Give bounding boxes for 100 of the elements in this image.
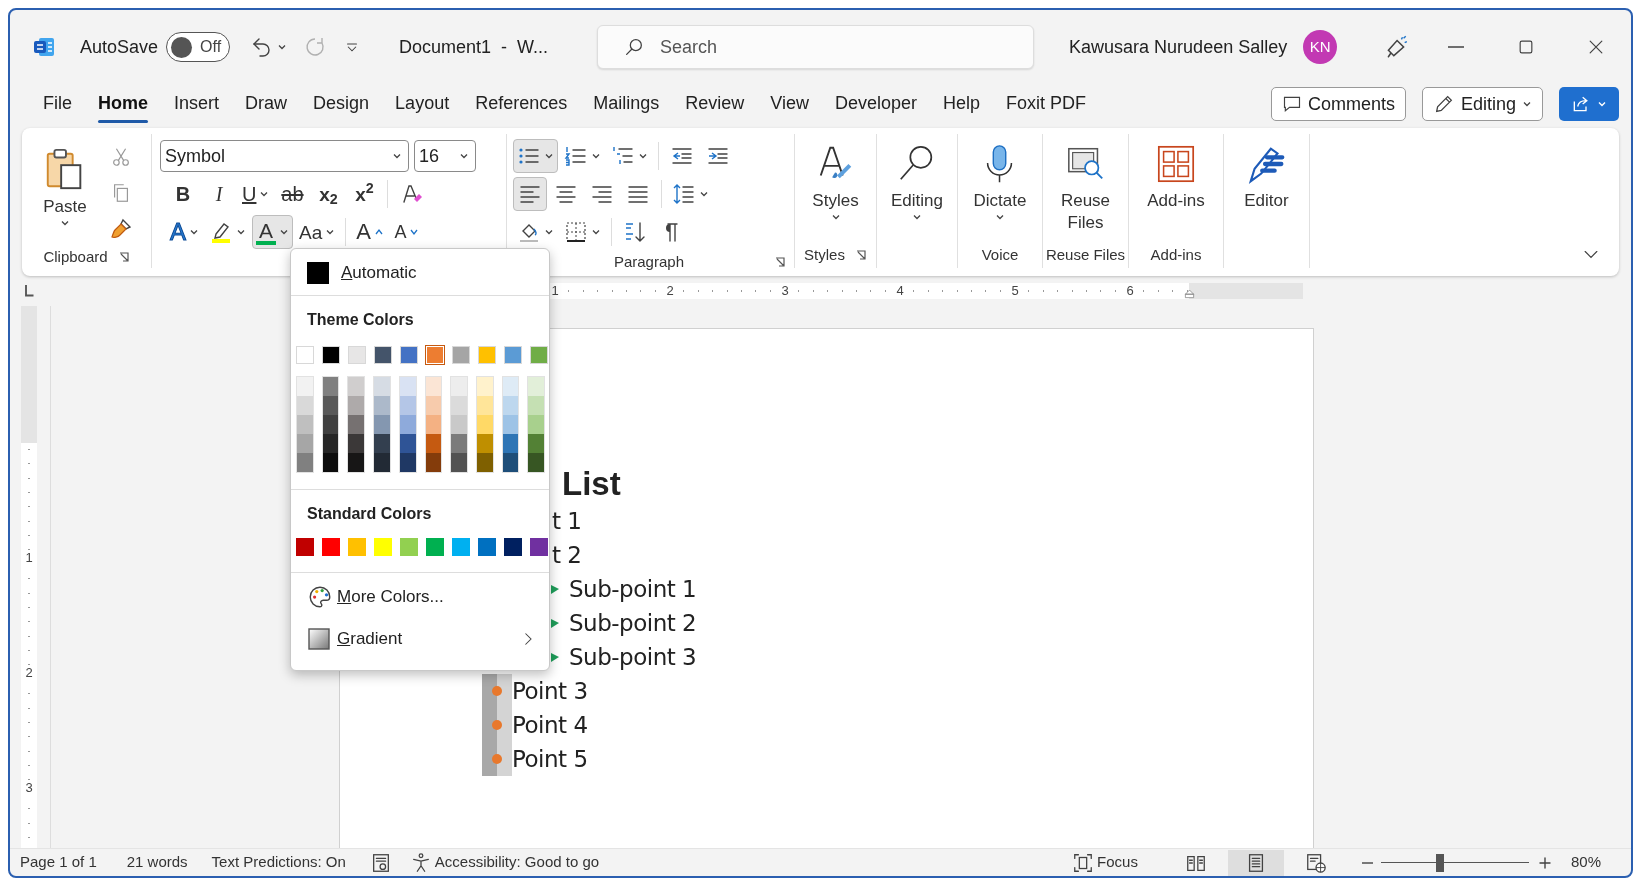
zoom-slider[interactable] [1380,853,1529,872]
dialog-launcher[interactable] [854,249,867,261]
dialog-launcher[interactable] [774,256,786,269]
paste-button[interactable]: Paste [32,138,98,246]
color-swatch[interactable] [348,396,365,415]
color-swatch[interactable] [348,453,365,472]
share-button[interactable] [1559,87,1619,121]
bold-button[interactable]: B [166,177,200,211]
color-swatch[interactable] [322,453,339,472]
color-swatch[interactable] [502,377,519,396]
color-swatch[interactable] [502,396,519,415]
color-swatch[interactable] [528,415,545,434]
color-swatch[interactable] [476,434,493,453]
color-swatch[interactable] [451,396,467,415]
zoom-level[interactable]: 80% [1570,851,1601,874]
color-swatch[interactable] [476,453,493,472]
color-swatch[interactable] [502,415,519,434]
color-swatch[interactable] [425,434,442,453]
color-swatch[interactable] [528,434,545,453]
page-count[interactable]: Page 1 of 1 [20,851,97,874]
color-swatch[interactable] [451,434,467,453]
shrink-button[interactable]: A [389,215,424,249]
color-swatch[interactable] [374,396,390,415]
align-left-button[interactable] [513,177,547,211]
ribbon-tab[interactable]: Draw [232,83,301,125]
color-swatch[interactable] [297,453,313,472]
color-swatch[interactable] [348,377,365,396]
color-swatch[interactable] [478,538,496,556]
subscript-button[interactable]: x$_{2}$ [311,177,346,211]
color-swatch[interactable] [348,434,365,453]
ribbon-tab[interactable]: Layout [382,83,463,125]
bullets-button[interactable] [513,139,558,173]
color-swatch[interactable] [502,453,519,472]
vertical-ruler[interactable]: 1 2 3 [21,306,37,848]
color-swatch[interactable] [348,415,365,434]
color-swatch[interactable] [399,396,416,415]
color-swatch[interactable] [374,453,390,472]
color-swatch[interactable] [374,377,390,396]
ribbon-tab[interactable]: View [757,83,822,125]
italic-button[interactable]: I [202,177,236,211]
color-swatch[interactable] [297,434,313,453]
color-swatch[interactable] [399,453,416,472]
color-swatch[interactable] [296,538,314,556]
color-swatch[interactable] [322,538,340,556]
color-swatch[interactable] [322,434,339,453]
color-swatch[interactable] [425,415,442,434]
dialog-launcher[interactable] [117,251,130,264]
color-swatch[interactable] [399,434,416,453]
color-swatch[interactable] [451,453,467,472]
dictate-button[interactable]: Dictate [958,134,1042,242]
color-swatch[interactable] [322,415,339,434]
addins-button[interactable]: Add-ins [1129,134,1223,242]
ribbon-tab[interactable]: Insert [161,83,233,125]
ribbon-tab[interactable]: File [30,83,85,125]
color-swatch[interactable] [502,434,519,453]
grow-button[interactable]: A [352,215,388,249]
color-swatch[interactable] [426,538,444,556]
color-swatch[interactable] [476,377,493,396]
color-swatch[interactable] [400,538,418,556]
color-swatch[interactable] [504,538,522,556]
word-count[interactable]: 21 words [126,851,188,874]
font-color-button[interactable]: A [252,215,293,249]
color-swatch[interactable] [451,377,467,396]
color-swatch[interactable] [476,415,493,434]
ribbon-tab[interactable]: Home [85,83,162,125]
autosave-toggle[interactable]: Off [166,32,231,62]
font-name-dropdown[interactable]: Symbol [160,140,409,172]
slider-thumb[interactable] [1436,853,1445,872]
gradient-item[interactable]: Gradient [291,617,549,661]
ribbon-tab[interactable]: Design [300,83,383,125]
ribbon-tab[interactable]: Review [672,83,758,125]
color-swatch[interactable] [374,415,390,434]
ribbon-tab[interactable]: References [462,83,581,125]
accessibility-button[interactable]: Accessibility: Good to go [405,849,604,876]
comments-button[interactable]: Comments [1270,87,1406,121]
color-swatch[interactable] [528,396,545,415]
color-swatch[interactable] [528,453,545,472]
superscript-button[interactable]: x$^{2}$ [347,177,382,211]
ribbon-tab[interactable]: Developer [822,83,931,125]
underline-button[interactable]: U [238,177,274,211]
styles-button[interactable]: Styles [795,134,876,242]
search-field[interactable]: Search [597,25,1035,69]
color-swatch[interactable] [425,396,442,415]
color-swatch[interactable] [297,415,313,434]
ribbon-tab[interactable]: Foxit PDF [993,83,1100,125]
color-swatch[interactable] [452,538,470,556]
color-swatch[interactable] [322,377,339,396]
ribbon-tab[interactable]: Mailings [580,83,673,125]
color-swatch[interactable] [528,377,545,396]
editing-button[interactable]: Editing [877,134,957,242]
text-predictions-status[interactable]: Text Predictions: On [211,851,346,874]
more-colors-item[interactable]: More Colors... [291,577,549,617]
print-view-button[interactable] [1227,849,1284,876]
avatar[interactable]: KN [1303,30,1338,64]
change-case-button[interactable]: Aa [295,215,340,249]
color-swatch[interactable] [374,434,390,453]
font-size-dropdown[interactable]: 16 [414,140,476,172]
color-swatch[interactable] [322,396,339,415]
strikethrough-button[interactable]: ab [275,177,310,211]
indent-marker[interactable] [1184,288,1195,299]
